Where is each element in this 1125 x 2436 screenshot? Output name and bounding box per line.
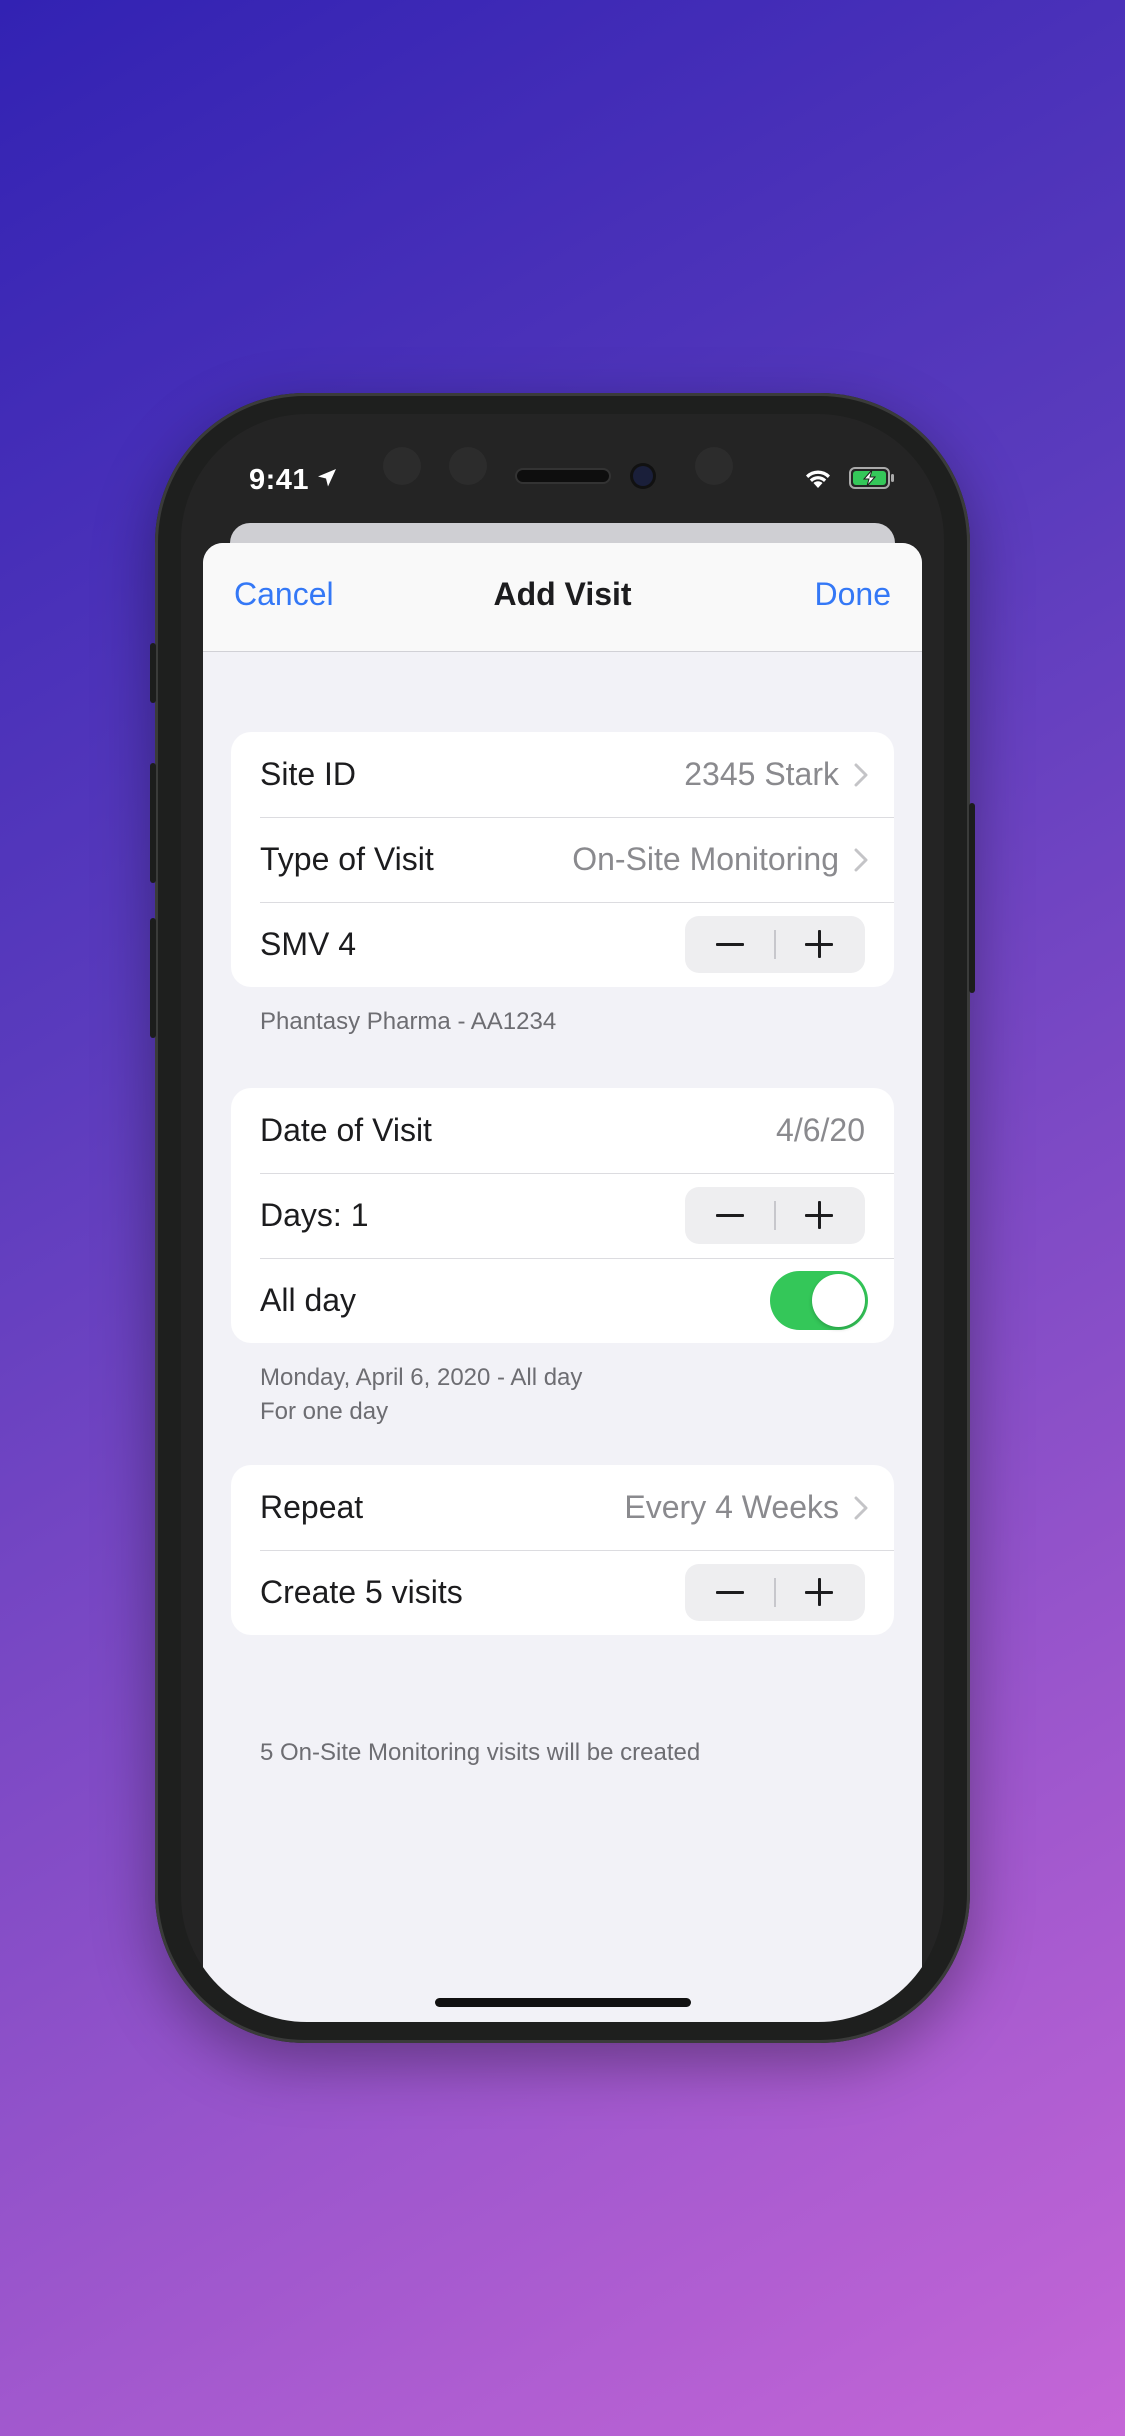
home-indicator[interactable]: [435, 1998, 691, 2007]
wifi-icon: [806, 470, 830, 488]
navigation-bar: Cancel Add Visit Done: [203, 543, 922, 652]
power-button: [969, 803, 975, 993]
days-label: Days: 1: [260, 1197, 369, 1233]
battery-charging-icon: [849, 467, 894, 489]
duration-summary-line: For one day: [260, 1398, 389, 1425]
status-bar: 9:41: [181, 414, 944, 510]
visits-increment-button[interactable]: [776, 1564, 865, 1621]
smv-row: SMV 4: [231, 902, 894, 987]
add-visit-sheet: Cancel Add Visit Done Site ID 2345 Stark…: [203, 543, 922, 2022]
chevron-right-icon: [854, 1496, 868, 1519]
mute-switch: [150, 643, 156, 703]
days-decrement-button[interactable]: [685, 1187, 774, 1244]
visits-decrement-button[interactable]: [685, 1564, 774, 1621]
days-row: Days: 1: [231, 1173, 894, 1258]
repeat-label: Repeat: [260, 1489, 364, 1525]
days-stepper: [685, 1187, 865, 1244]
sponsor-footer: Phantasy Pharma - AA1234: [260, 1008, 557, 1035]
all-day-row: All day: [231, 1258, 894, 1343]
phone-frame: 9:41 Cancel Add Visit Done Site ID 2345 …: [150, 393, 975, 2043]
date-summary-footer: Monday, April 6, 2020 - All day For one …: [260, 1361, 582, 1429]
toggle-knob: [812, 1274, 865, 1327]
visit-type-row[interactable]: Type of Visit On-Site Monitoring: [231, 817, 894, 902]
volume-down-button: [150, 918, 156, 1038]
status-time: 9:41: [249, 464, 310, 496]
repeat-group: Repeat Every 4 Weeks Create 5 visits: [231, 1465, 894, 1635]
smv-decrement-button[interactable]: [685, 916, 774, 973]
all-day-label: All day: [260, 1282, 357, 1318]
smv-increment-button[interactable]: [776, 916, 865, 973]
smv-label: SMV 4: [260, 926, 357, 962]
visits-stepper: [685, 1564, 865, 1621]
visits-summary-footer: 5 On-Site Monitoring visits will be crea…: [260, 1739, 701, 1766]
visit-type-value: On-Site Monitoring: [572, 841, 839, 877]
done-button[interactable]: Done: [815, 576, 892, 613]
create-visits-row: Create 5 visits: [231, 1550, 894, 1635]
create-visits-label: Create 5 visits: [260, 1574, 463, 1610]
date-of-visit-row[interactable]: Date of Visit 4/6/20: [231, 1088, 894, 1173]
date-of-visit-value: 4/6/20: [776, 1112, 865, 1148]
chevron-right-icon: [854, 848, 868, 871]
repeat-value: Every 4 Weeks: [624, 1489, 839, 1525]
phone-screen: 9:41 Cancel Add Visit Done Site ID 2345 …: [181, 414, 944, 2022]
repeat-row[interactable]: Repeat Every 4 Weeks: [231, 1465, 894, 1550]
date-of-visit-label: Date of Visit: [260, 1112, 432, 1148]
site-id-row[interactable]: Site ID 2345 Stark: [231, 732, 894, 817]
date-summary-line: Monday, April 6, 2020 - All day: [260, 1364, 583, 1391]
visit-info-group: Site ID 2345 Stark Type of Visit On-Site…: [231, 732, 894, 987]
visit-type-label: Type of Visit: [260, 841, 434, 877]
site-id-label: Site ID: [260, 756, 357, 792]
days-increment-button[interactable]: [776, 1187, 865, 1244]
chevron-right-icon: [854, 763, 868, 786]
date-group: Date of Visit 4/6/20 Days: 1 All day: [231, 1088, 894, 1343]
location-arrow-icon: [318, 469, 336, 487]
site-id-value: 2345 Stark: [684, 756, 839, 792]
all-day-toggle[interactable]: [770, 1271, 868, 1330]
smv-stepper: [685, 916, 865, 973]
volume-up-button: [150, 763, 156, 883]
